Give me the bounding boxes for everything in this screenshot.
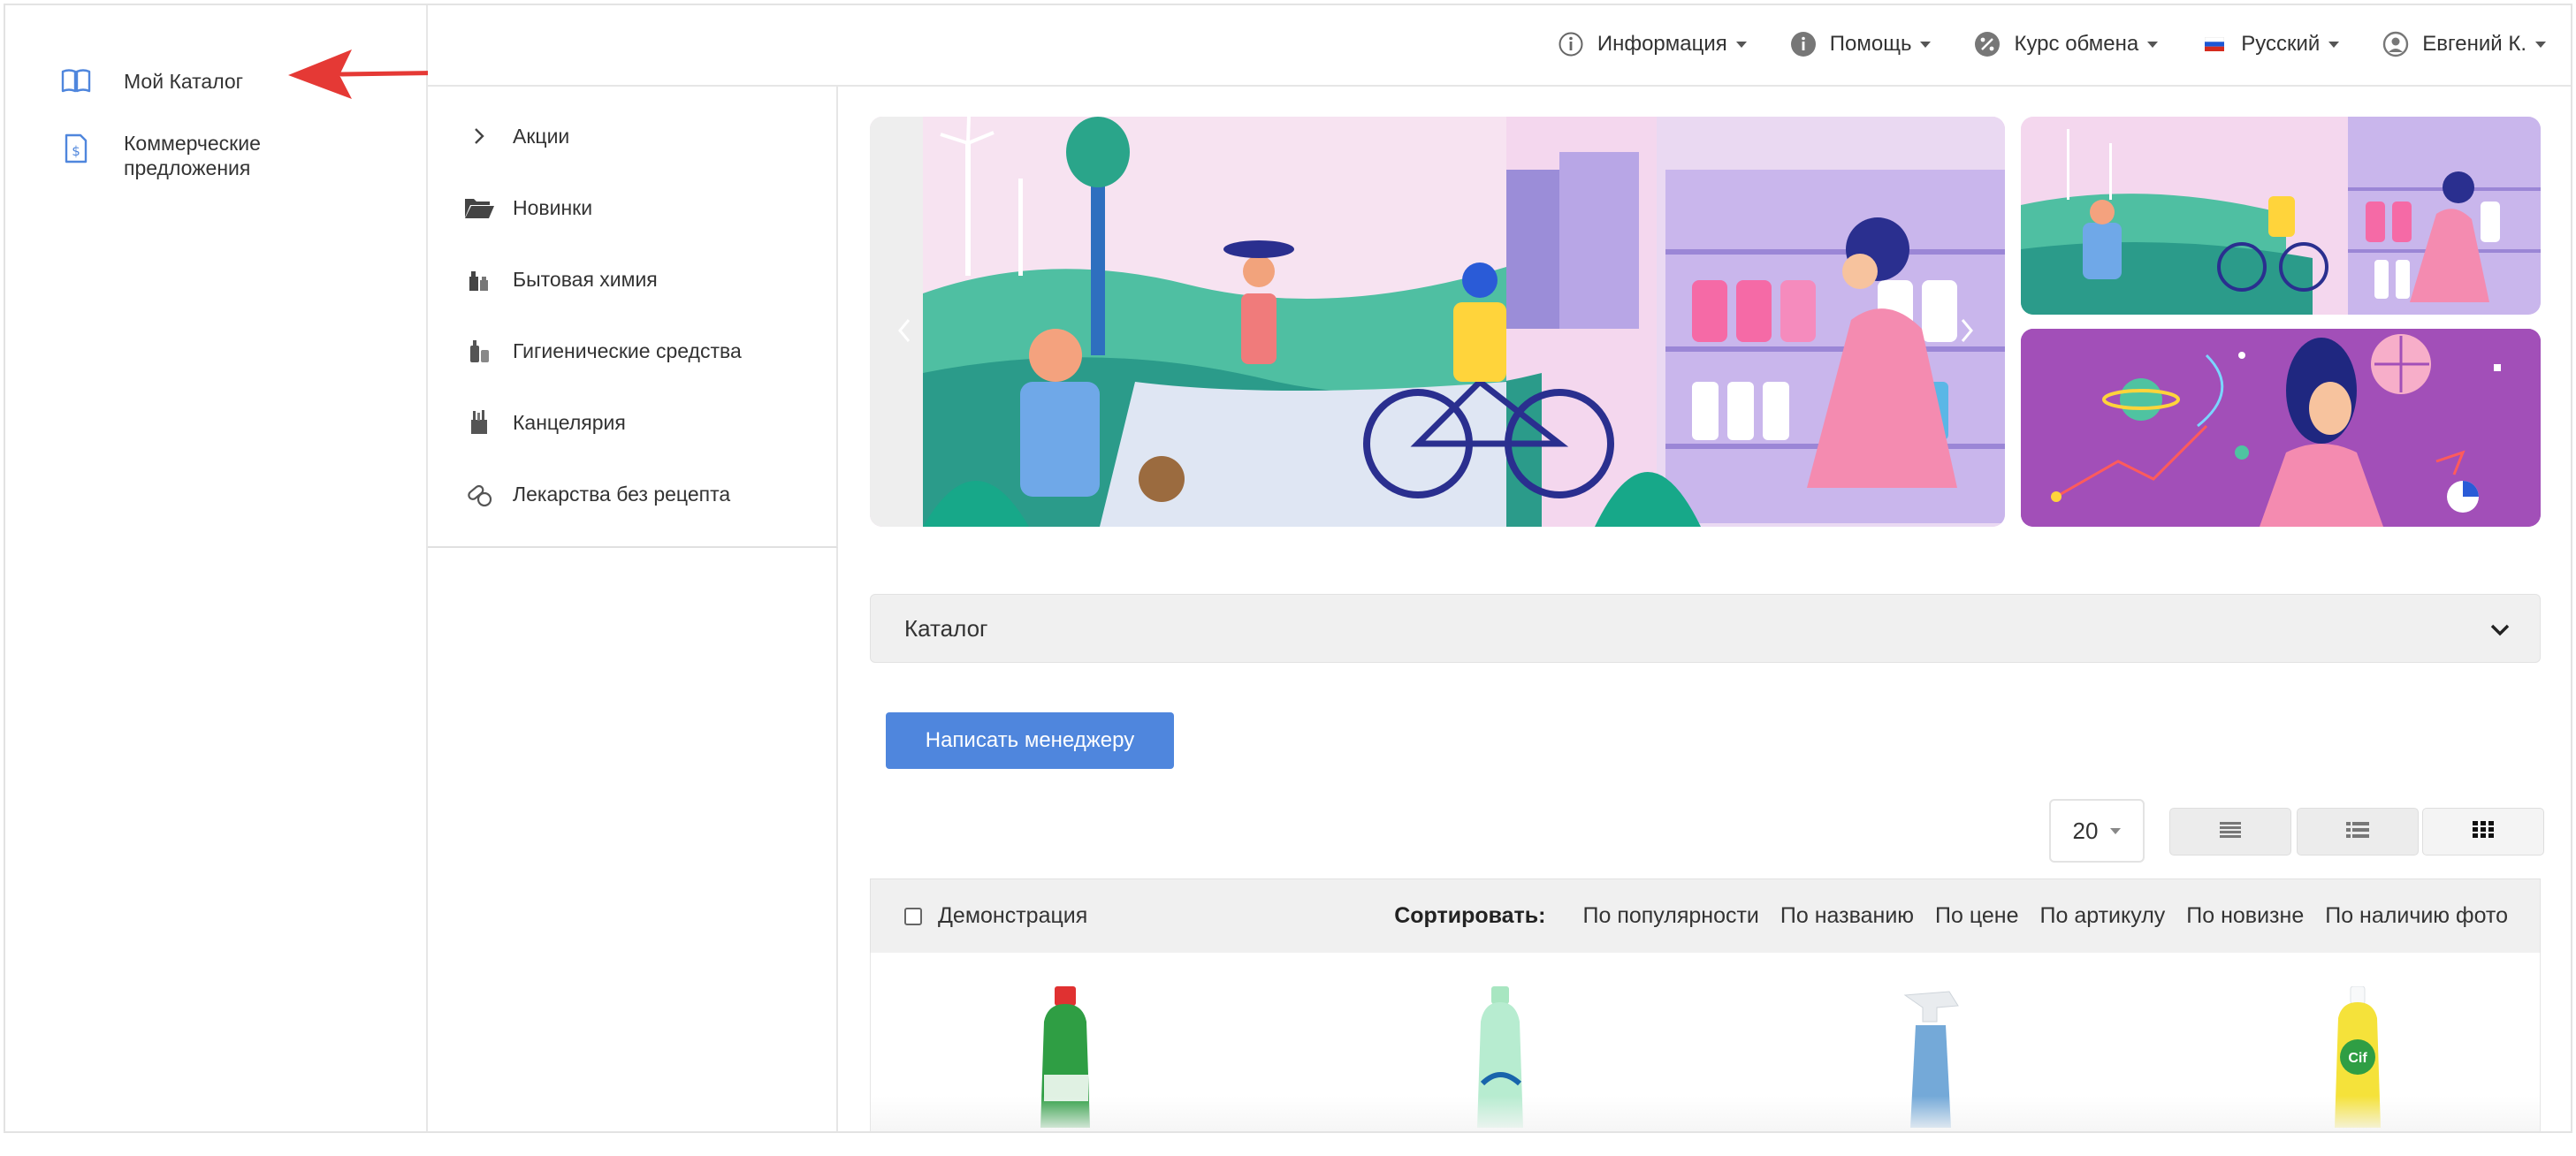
sort-by-price[interactable]: По цене <box>1935 903 2018 929</box>
hygiene-icon <box>461 335 497 367</box>
category-item-otc-medicine[interactable]: Лекарства без рецепта <box>461 478 730 510</box>
category-item-new[interactable]: Новинки <box>461 192 592 224</box>
category-label: Канцелярия <box>513 410 626 434</box>
view-list-button[interactable] <box>2169 808 2291 856</box>
help-icon <box>1789 30 1818 58</box>
category-label: Бытовая химия <box>513 267 658 291</box>
catalog-accordion-label: Каталог <box>904 614 988 642</box>
category-label: Лекарства без рецепта <box>513 482 731 506</box>
sidebar-item-label: Мой Каталог <box>124 70 244 93</box>
chevron-down-icon <box>2328 41 2340 48</box>
user-avatar-icon <box>2382 30 2410 58</box>
banner-illustration <box>870 117 2005 527</box>
top-navigation: Информация Помощь Курс обмена Русский Ев… <box>1514 30 2546 58</box>
catalog-accordion[interactable]: Каталог <box>870 594 2541 663</box>
chevron-down-icon <box>2535 41 2546 48</box>
nav-information[interactable]: Информация <box>1557 30 1747 58</box>
promo-banner-small-top[interactable] <box>2021 117 2541 315</box>
demo-checkbox[interactable] <box>904 907 922 925</box>
nav-information-label: Информация <box>1597 32 1727 56</box>
chevron-down-icon <box>1920 41 1932 48</box>
chevron-down-icon <box>2110 827 2122 834</box>
sidebar-item-label: Коммерческие предложения <box>124 132 261 179</box>
chevron-down-icon <box>1735 41 1747 48</box>
grid-view-icon <box>2473 820 2494 843</box>
category-item-stationery[interactable]: Канцелярия <box>461 407 626 438</box>
dollar-document-icon: $ <box>58 131 94 166</box>
list-view-icon <box>2220 821 2241 843</box>
promo-banner-carousel[interactable] <box>870 117 2005 527</box>
banner-illustration-space <box>2021 329 2541 527</box>
svg-text:Cif: Cif <box>2348 1051 2367 1066</box>
sidebar-item-commercial-offers[interactable]: $ Коммерческие предложения <box>58 131 301 180</box>
nav-user-label: Евгений К. <box>2422 32 2526 56</box>
chevron-right-icon <box>461 120 497 152</box>
view-detailed-list-button[interactable] <box>2297 808 2419 856</box>
banner-illustration-small <box>2021 117 2541 315</box>
view-grid-button[interactable] <box>2422 808 2544 856</box>
chevron-down-icon <box>2490 615 2510 643</box>
category-item-hygiene[interactable]: Гигиенические средства <box>461 335 742 367</box>
svg-text:$: $ <box>72 143 80 159</box>
detailed-list-icon <box>2346 821 2369 843</box>
nav-language-label: Русский <box>2241 32 2321 56</box>
demo-label: Демонстрация <box>938 903 1088 928</box>
sort-label: Сортировать: <box>1394 903 1546 928</box>
category-item-promotions[interactable]: Акции <box>461 120 569 152</box>
nav-language[interactable]: Русский <box>2200 30 2340 58</box>
items-per-page-select[interactable]: 20 <box>2049 799 2145 863</box>
items-per-page-value: 20 <box>2072 817 2099 844</box>
bottom-fade <box>871 1096 2540 1131</box>
nav-exchange-rate-label: Курс обмена <box>2014 32 2139 56</box>
nav-user-menu[interactable]: Евгений К. <box>2382 30 2546 58</box>
demo-toggle[interactable]: Демонстрация <box>904 903 1087 929</box>
category-label: Акции <box>513 124 570 148</box>
stationery-icon <box>461 407 497 438</box>
sort-by-photo[interactable]: По наличию фото <box>2325 903 2508 929</box>
sort-by-name[interactable]: По названию <box>1780 903 1914 929</box>
book-icon <box>58 64 94 99</box>
sort-toolbar: Демонстрация Сортировать: По популярност… <box>870 878 2541 953</box>
main-content: Каталог Написать менеджеру 20 Демонстрац… <box>840 87 2571 1131</box>
info-circle-icon <box>1557 30 1585 58</box>
sort-options: Сортировать: По популярности По названию… <box>1394 903 2508 929</box>
sidebar-item-my-catalog[interactable]: Мой Каталог <box>58 64 243 99</box>
chevron-down-icon <box>2147 41 2159 48</box>
promo-banner-small-bottom[interactable] <box>2021 329 2541 527</box>
nav-help-label: Помощь <box>1829 32 1912 56</box>
pills-icon <box>461 478 497 510</box>
nav-exchange-rate[interactable]: Курс обмена <box>1973 30 2159 58</box>
nav-help[interactable]: Помощь <box>1789 30 1932 58</box>
category-menu: Акции Новинки Бытовая химия Гигиенически… <box>428 87 838 548</box>
percent-icon <box>1973 30 2001 58</box>
product-grid: Cif <box>870 953 2541 1131</box>
sort-by-newness[interactable]: По новизне <box>2186 903 2304 929</box>
sort-by-article[interactable]: По артикулу <box>2040 903 2166 929</box>
folder-open-icon <box>461 192 497 224</box>
top-bar: Информация Помощь Курс обмена Русский Ев… <box>428 5 2571 87</box>
category-label: Новинки <box>513 195 593 219</box>
category-column-empty <box>428 548 838 1131</box>
russian-flag-icon <box>2200 30 2229 58</box>
category-item-household-chemicals[interactable]: Бытовая химия <box>461 263 658 295</box>
left-sidebar: Мой Каталог $ Коммерческие предложения <box>5 5 715 1131</box>
write-to-manager-button[interactable]: Написать менеджеру <box>886 712 1174 769</box>
app-window: Мой Каталог $ Коммерческие предложения И… <box>4 4 2572 1133</box>
household-chemicals-icon <box>461 263 497 295</box>
category-label: Гигиенические средства <box>513 338 742 362</box>
sort-by-popularity[interactable]: По популярности <box>1583 903 1759 929</box>
